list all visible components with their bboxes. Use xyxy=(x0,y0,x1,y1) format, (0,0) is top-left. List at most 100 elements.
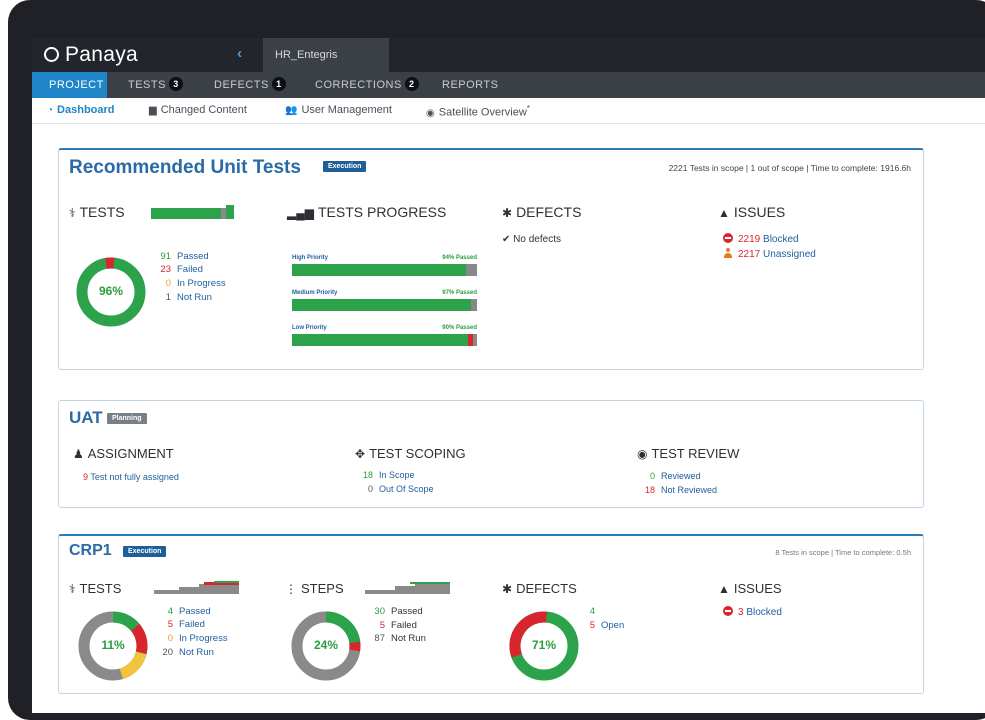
project-tab[interactable]: HR_Entegris xyxy=(263,38,389,72)
legend-num: 23 xyxy=(160,264,171,275)
bar-passed-fill xyxy=(292,334,468,346)
scoping-count: 18 xyxy=(362,470,373,480)
defects-count-badge: 1 xyxy=(271,77,286,91)
legend-num: 5 xyxy=(167,619,173,630)
check-icon: ✔ xyxy=(502,234,514,245)
nav-reports[interactable]: REPORTS xyxy=(442,72,498,98)
review-reviewed[interactable]: 0 Reviewed xyxy=(637,471,701,481)
subnav-dashboard[interactable]: ◔ Dashboard xyxy=(47,104,115,116)
assignment-count: 9 xyxy=(83,472,89,482)
review-label: Not Reviewed xyxy=(661,485,718,495)
assignment-row[interactable]: 9 Test not fully assigned xyxy=(83,472,179,482)
corrections-count-badge: 2 xyxy=(404,77,419,91)
donut-percent: 24% xyxy=(313,638,339,652)
donut-percent: 71% xyxy=(531,638,557,652)
rut-issues-heading: ▲ ISSUES xyxy=(718,204,785,220)
crp1-defects-donut: 71% xyxy=(508,610,580,682)
bar-track xyxy=(292,299,477,311)
rut-tests-donut: 96% xyxy=(75,256,147,328)
bug-icon: ✱ xyxy=(502,206,513,220)
spark-passed-peak xyxy=(226,205,234,219)
review-not-reviewed[interactable]: 18 Not Reviewed xyxy=(637,485,717,495)
section-title: TEST SCOPING xyxy=(369,446,466,461)
scoping-in-scope[interactable]: 18 In Scope xyxy=(355,470,415,480)
bar-passed-fill xyxy=(292,264,466,276)
review-count: 18 xyxy=(644,485,655,495)
section-title: DEFECTS xyxy=(516,581,577,596)
uat-title: UAT xyxy=(69,408,103,427)
bar-percent: 94% Passed xyxy=(442,255,477,261)
issue-blocked[interactable]: 2219 Blocked xyxy=(723,233,799,245)
subnav-label: User Management xyxy=(301,104,392,116)
crp1-issues-heading: ▲ ISSUES xyxy=(718,581,782,596)
legend-label: Not Run xyxy=(391,633,426,644)
nav-corrections[interactable]: CORRECTIONS 2 xyxy=(315,72,419,98)
sub-nav: ◔ Dashboard ▆ Changed Content 👥 User Manage… xyxy=(32,98,985,124)
crp1-status-badge: Execution xyxy=(123,546,167,557)
subnav-label: Satellite Overview xyxy=(438,106,527,119)
issue-count: 3 xyxy=(738,607,744,618)
bar-failed-fill xyxy=(467,334,474,346)
chevron-left-icon[interactable]: ‹ xyxy=(237,45,242,62)
subnav-changed-content[interactable]: ▆ Changed Content xyxy=(149,104,247,116)
spark-not-run-area xyxy=(365,583,450,594)
bar-track xyxy=(292,264,477,276)
section-title: ASSIGNMENT xyxy=(87,446,174,461)
subnav-satellite-overview[interactable]: ◉ Satellite Overview* xyxy=(426,104,530,119)
legend-label: Passed xyxy=(177,251,209,262)
review-count: 0 xyxy=(649,471,655,481)
scoping-out-of-scope[interactable]: 0 Out Of Scope xyxy=(355,484,434,494)
crp1-steps-heading: ⋮ STEPS xyxy=(285,581,344,596)
scoping-count: 0 xyxy=(367,484,373,494)
legend-label: In Progress xyxy=(177,278,226,289)
main-nav: PROJECT TESTS 3 DEFECTS 1 CORRECTIONS 2 REP… xyxy=(32,72,985,98)
crp1-card: CRP1 Execution 8 Tests in scope | Time t… xyxy=(58,534,924,694)
nav-defects[interactable]: DEFECTS 1 xyxy=(214,72,286,98)
issue-blocked[interactable]: 3 Blocked xyxy=(723,606,782,618)
uat-card: UAT Planning ♟ ASSIGNMENT 9 Test not full… xyxy=(58,400,924,508)
legend-not-run: 87 Not Run xyxy=(367,633,426,644)
dashboard-icon: ◔ xyxy=(47,105,54,116)
spark-passed-area xyxy=(151,208,221,219)
legend-closed: 4 xyxy=(577,606,601,617)
legend-num: 0 xyxy=(165,278,171,289)
legend-in-progress: 0 In Progress xyxy=(153,278,226,289)
legend-passed: 30 Passed xyxy=(367,606,422,617)
spark-gap xyxy=(221,208,226,219)
test-scoping-heading: ✥ TEST SCOPING xyxy=(355,446,466,461)
scoping-label: Out Of Scope xyxy=(379,484,434,494)
bar-percent: 90% Passed xyxy=(442,325,477,331)
scoping-label: In Scope xyxy=(379,470,415,480)
crp1-tests-donut: 11% xyxy=(77,610,149,682)
satellite-icon: ◉ xyxy=(426,107,435,119)
warning-icon: ▲ xyxy=(718,206,730,220)
blocked-icon xyxy=(723,606,733,616)
rut-progress-bars: High Priority 94% Passed Medium Priority… xyxy=(292,255,477,355)
bar-passed-fill xyxy=(292,299,472,311)
section-title: TESTS xyxy=(79,204,125,220)
nav-project[interactable]: PROJECT xyxy=(32,72,107,98)
app-screen: Panaya ‹ HR_Entegris PROJECT TESTS 3 DEFE… xyxy=(32,38,985,713)
blocked-icon xyxy=(723,233,733,243)
rut-defects-heading: ✱ DEFECTS xyxy=(502,204,581,220)
legend-failed: 5 Failed xyxy=(155,619,205,630)
subnav-label: Changed Content xyxy=(160,104,247,116)
issue-unassigned[interactable]: 2217 Unassigned xyxy=(723,248,816,260)
eye-icon: ◉ xyxy=(637,447,648,461)
tests-count-badge: 3 xyxy=(168,77,183,91)
subnav-user-management[interactable]: 👥 User Management xyxy=(285,104,392,116)
crp1-title: CRP1 xyxy=(69,542,112,559)
donut-percent: 96% xyxy=(98,284,124,298)
section-title: ISSUES xyxy=(733,204,786,220)
crp1-steps-sparkline xyxy=(365,582,450,594)
panaya-logo[interactable]: Panaya xyxy=(44,43,138,67)
section-title: TEST REVIEW xyxy=(651,446,740,461)
new-marker: * xyxy=(526,104,530,113)
nav-label: CORRECTIONS xyxy=(315,79,402,91)
legend-num: 1 xyxy=(165,292,171,303)
crp1-steps-donut: 24% xyxy=(290,610,362,682)
stethoscope-icon: ⚕ xyxy=(69,206,76,220)
nav-tests[interactable]: TESTS 3 xyxy=(128,72,183,98)
legend-passed: 91 Passed xyxy=(153,251,209,262)
issue-count: 2217 xyxy=(738,249,761,260)
